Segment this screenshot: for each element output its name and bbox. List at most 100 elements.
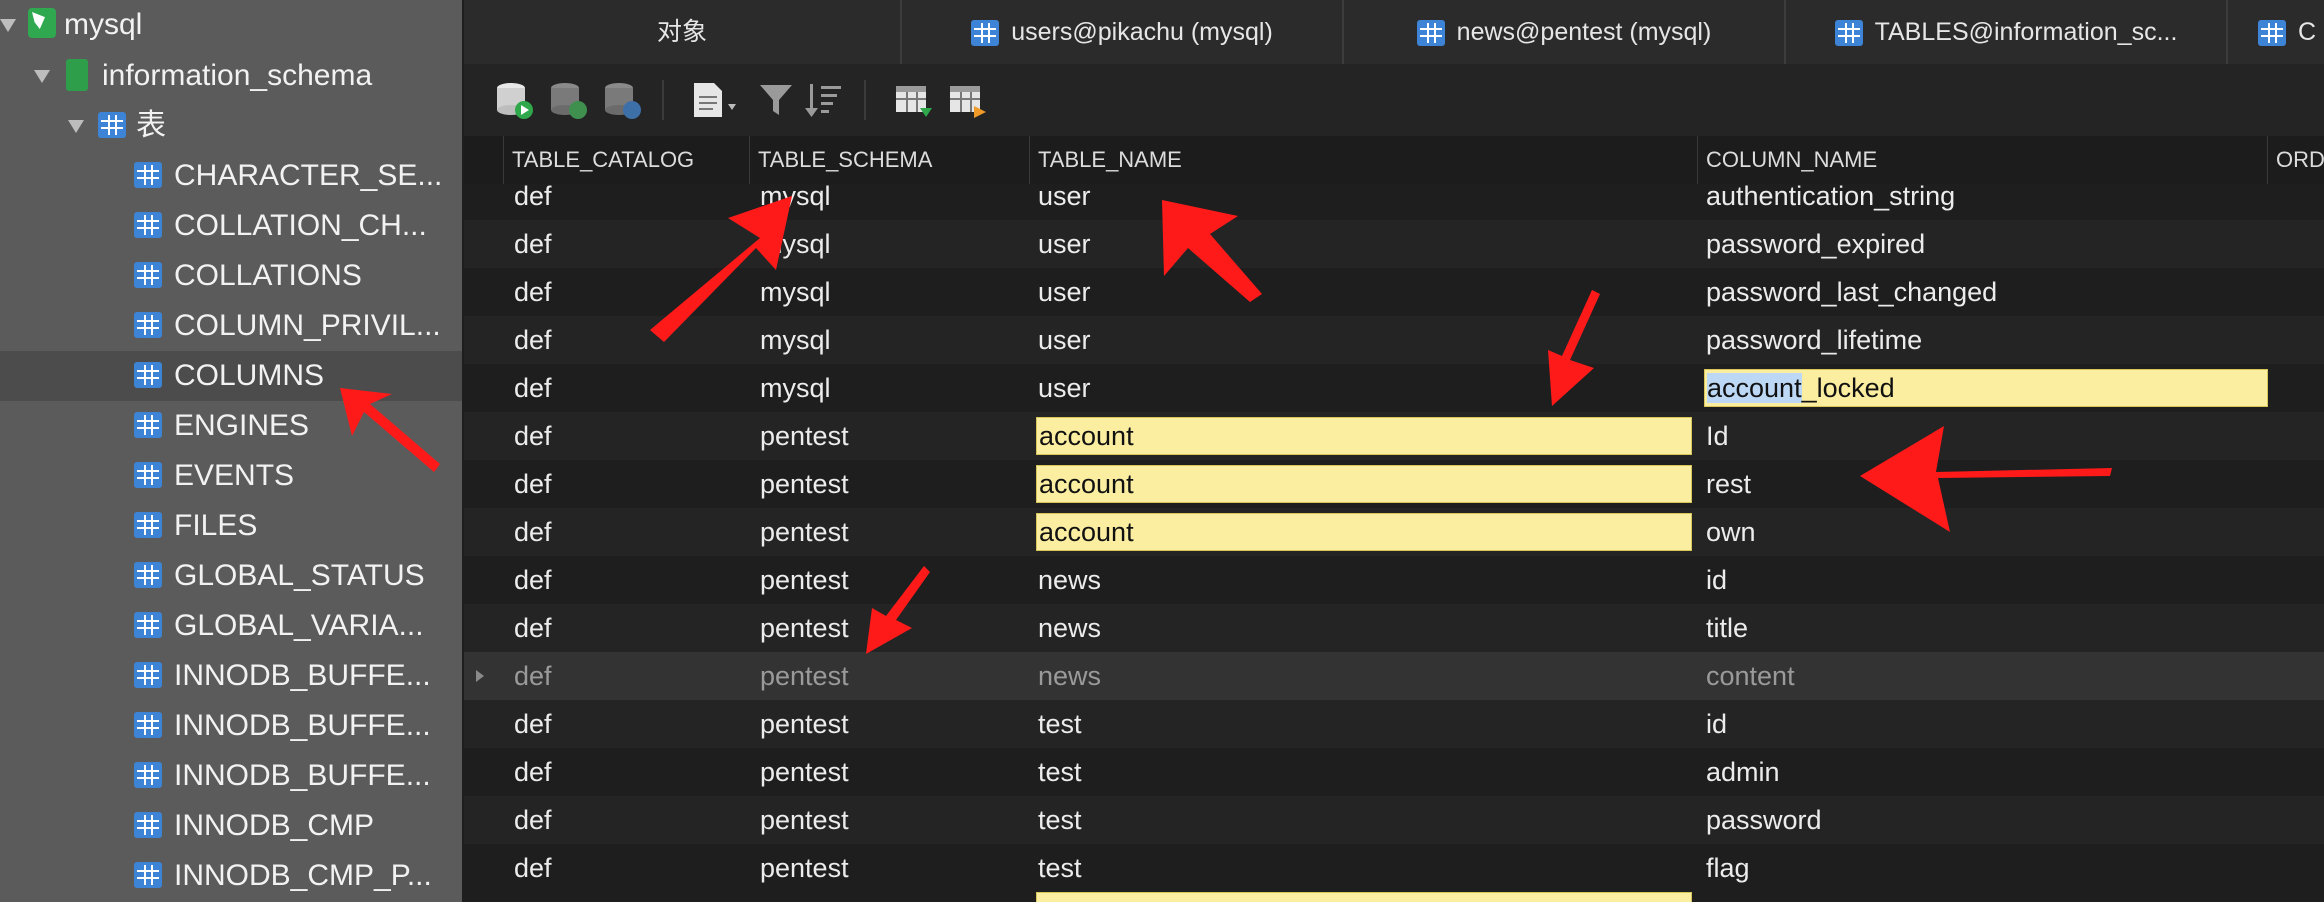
cell-column-name[interactable]: password <box>1702 796 2262 844</box>
expand-triangle-icon[interactable] <box>68 120 84 133</box>
table-item[interactable]: INNODB_BUFFE... <box>0 751 462 801</box>
cell-column-name[interactable]: admin <box>1702 748 2262 796</box>
cell-table-catalog[interactable]: def <box>510 184 750 220</box>
import-table-icon[interactable] <box>894 80 934 120</box>
table-row[interactable]: def pentest account rest <box>464 460 2324 508</box>
cell-column-name-highlighted[interactable]: account_locked <box>1704 369 2268 407</box>
table-row[interactable]: def mysql user password_lifetime <box>464 316 2324 364</box>
cell-column-name[interactable]: id <box>1702 700 2262 748</box>
table-row[interactable]: def mysql user account_locked <box>464 364 2324 412</box>
table-item[interactable]: CHARACTER_SE... <box>0 151 462 201</box>
cell-table-catalog[interactable]: def <box>510 268 750 316</box>
expand-triangle-icon[interactable] <box>34 70 50 83</box>
cell-table-name-highlighted[interactable]: account <box>1036 465 1692 503</box>
table-row-current[interactable]: def pentest news content <box>464 652 2324 700</box>
cell-column-name[interactable]: password_expired <box>1702 220 2262 268</box>
cell-table-name[interactable]: news <box>1034 604 1694 652</box>
table-item[interactable]: FILES <box>0 501 462 551</box>
filter-icon[interactable] <box>756 80 796 120</box>
cell-table-schema[interactable]: mysql <box>756 364 1026 412</box>
db-refresh-icon[interactable] <box>602 80 642 120</box>
db-check-icon[interactable] <box>548 80 588 120</box>
cell-table-name[interactable]: user <box>1034 268 1694 316</box>
cell-table-schema[interactable]: pentest <box>756 412 1026 460</box>
cell-table-name[interactable]: test <box>1034 796 1694 844</box>
cell-table-catalog[interactable]: def <box>510 220 750 268</box>
cell-table-name[interactable]: test <box>1034 748 1694 796</box>
cell-table-schema[interactable]: pentest <box>756 604 1026 652</box>
table-item[interactable]: INNODB_CMP_P... <box>0 851 462 901</box>
cell-table-name[interactable]: test <box>1034 700 1694 748</box>
table-item[interactable]: COLUMN_PRIVIL... <box>0 301 462 351</box>
cell-table-name-highlighted[interactable]: account <box>1036 513 1692 551</box>
cell-table-schema[interactable]: pentest <box>756 460 1026 508</box>
cell-table-catalog[interactable]: def <box>510 316 750 364</box>
tab-users-pikachu[interactable]: users@pikachu (mysql) <box>902 0 1344 64</box>
table-item[interactable]: ENGINES <box>0 401 462 451</box>
cell-column-name[interactable]: password_lifetime <box>1702 316 2262 364</box>
export-table-icon[interactable] <box>948 80 988 120</box>
cell-table-schema[interactable]: pentest <box>756 844 1026 892</box>
cell-table-name-highlighted[interactable]: account <box>1036 417 1692 455</box>
cell-table-catalog[interactable]: def <box>510 604 750 652</box>
tree-node-information-schema[interactable]: information_schema <box>0 51 462 101</box>
cell-table-schema[interactable]: pentest <box>756 700 1026 748</box>
cell-table-schema[interactable]: mysql <box>756 268 1026 316</box>
cell-column-name[interactable]: authentication_string <box>1702 184 2262 220</box>
cell-column-name[interactable]: own <box>1702 508 2262 556</box>
table-row[interactable]: def pentest news id <box>464 556 2324 604</box>
cell-column-name[interactable]: password_last_changed <box>1702 268 2262 316</box>
cell-table-schema[interactable]: mysql <box>756 184 1026 220</box>
tab-columns-partial[interactable]: C <box>2228 0 2324 64</box>
table-item[interactable]: COLLATION_CH... <box>0 201 462 251</box>
cell-table-name[interactable]: news <box>1034 556 1694 604</box>
expand-triangle-icon[interactable] <box>0 19 16 32</box>
table-item[interactable]: COLLATIONS <box>0 251 462 301</box>
column-header-table-catalog[interactable]: TABLE_CATALOG <box>504 136 750 184</box>
cell-table-name[interactable]: user <box>1034 316 1694 364</box>
cell-table-schema[interactable]: pentest <box>756 796 1026 844</box>
cell-table-schema[interactable]: mysql <box>756 220 1026 268</box>
table-row[interactable]: def mysql user password_last_changed <box>464 268 2324 316</box>
column-header-column-name[interactable]: COLUMN_NAME <box>1698 136 2268 184</box>
cell-table-catalog[interactable]: def <box>510 748 750 796</box>
cell-table-catalog[interactable]: def <box>510 652 750 700</box>
cell-table-name-highlighted-partial[interactable] <box>1036 892 1692 902</box>
tab-objects[interactable]: 对象 <box>464 0 902 64</box>
document-icon[interactable] <box>690 80 742 120</box>
table-row[interactable]: def pentest news title <box>464 604 2324 652</box>
tab-tables-information-schema[interactable]: TABLES@information_sc... <box>1786 0 2228 64</box>
cell-table-catalog[interactable]: def <box>510 844 750 892</box>
column-header-table-name[interactable]: TABLE_NAME <box>1030 136 1698 184</box>
table-row[interactable]: def pentest test id <box>464 700 2324 748</box>
cell-table-catalog[interactable]: def <box>510 700 750 748</box>
tab-news-pentest[interactable]: news@pentest (mysql) <box>1344 0 1786 64</box>
cell-table-schema[interactable]: pentest <box>756 652 1026 700</box>
table-item[interactable]: GLOBAL_STATUS <box>0 551 462 601</box>
cell-table-schema[interactable]: mysql <box>756 316 1026 364</box>
table-row[interactable]: def pentest test flag <box>464 844 2324 892</box>
sort-icon[interactable] <box>804 80 844 120</box>
table-row[interactable]: def pentest account own <box>464 508 2324 556</box>
tree-node-tables-group[interactable]: 表 <box>0 101 462 151</box>
cell-column-name[interactable]: title <box>1702 604 2262 652</box>
cell-table-schema[interactable]: pentest <box>756 508 1026 556</box>
cell-table-name[interactable]: user <box>1034 220 1694 268</box>
table-row[interactable]: def pentest test admin <box>464 748 2324 796</box>
cell-table-catalog[interactable]: def <box>510 556 750 604</box>
table-row[interactable]: def pentest test password <box>464 796 2324 844</box>
cell-table-catalog[interactable]: def <box>510 508 750 556</box>
table-item[interactable]: INNODB_BUFFE... <box>0 701 462 751</box>
cell-table-name[interactable]: news <box>1034 652 1694 700</box>
table-item[interactable]: EVENTS <box>0 451 462 501</box>
cell-table-catalog[interactable]: def <box>510 364 750 412</box>
cell-table-catalog[interactable]: def <box>510 460 750 508</box>
tree-node-mysql-connection[interactable]: mysql <box>0 0 462 50</box>
column-header-table-schema[interactable]: TABLE_SCHEMA <box>750 136 1030 184</box>
table-row[interactable]: def mysql user authentication_string <box>464 184 2324 220</box>
cell-table-schema[interactable]: pentest <box>756 748 1026 796</box>
column-header-ordinal[interactable]: ORD <box>2268 136 2324 184</box>
cell-table-schema[interactable]: pentest <box>756 556 1026 604</box>
cell-table-catalog[interactable]: def <box>510 412 750 460</box>
table-item-selected[interactable]: COLUMNS <box>0 351 462 401</box>
